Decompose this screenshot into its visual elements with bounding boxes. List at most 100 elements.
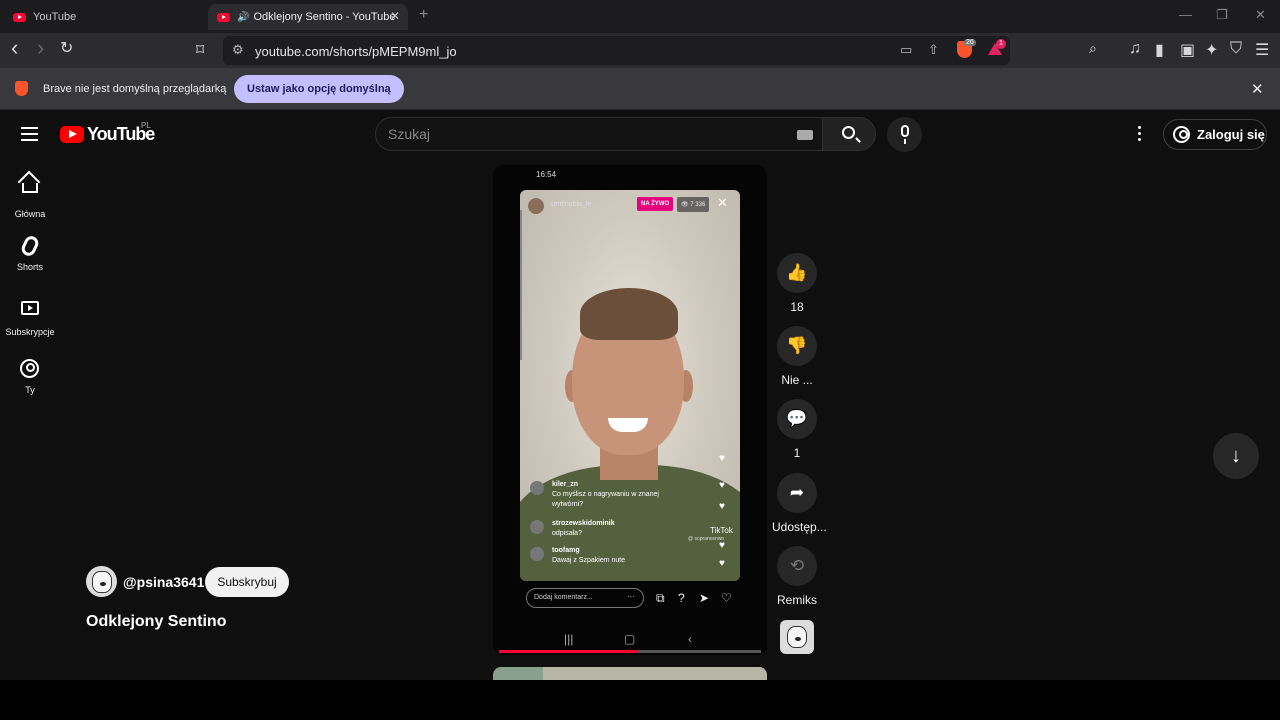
- tab-title: Odklejony Sentino - YouTube: [253, 11, 396, 23]
- live-username: sentinobla_le: [550, 201, 592, 208]
- voice-search-button[interactable]: [887, 117, 922, 152]
- video-call-icon: ⧉: [656, 591, 665, 605]
- you-icon: [20, 359, 39, 378]
- minimize-button[interactable]: —: [1179, 7, 1192, 22]
- heart-icon: ♥: [719, 501, 725, 512]
- like-icon[interactable]: 👍: [777, 253, 817, 293]
- sound-thumbnail[interactable]: [780, 620, 814, 654]
- default-browser-infobar: Brave nie jest domyślną przeglądarką Ust…: [0, 68, 1280, 110]
- site-info-icon[interactable]: ⚙: [232, 42, 244, 58]
- shields-count-badge: 26: [964, 39, 976, 46]
- tiktok-watermark-handle: @ sopranosnwn: [688, 536, 725, 542]
- sign-in-button[interactable]: Zaloguj się: [1163, 119, 1267, 150]
- youtube-favicon-icon: [217, 12, 230, 22]
- dog-avatar-icon: [92, 571, 112, 593]
- bookmark-icon[interactable]: ⌑: [196, 40, 204, 60]
- like-action: 👍 18: [772, 253, 822, 314]
- subscriptions-icon: [21, 301, 39, 315]
- share-action: ➦ Udostęp...: [772, 473, 827, 534]
- comments-icon[interactable]: 💬: [777, 399, 817, 439]
- address-bar[interactable]: ⚙ youtube.com/shorts/pMEPM9ml_jo ▭ ⇧ 26 …: [223, 36, 1010, 65]
- microphone-icon: [901, 125, 909, 144]
- subscribe-button[interactable]: Subskrybuj: [205, 567, 289, 597]
- youtube-logo-icon[interactable]: [60, 126, 84, 143]
- new-tab-button[interactable]: +: [419, 6, 428, 24]
- remix-action: ⟲ Remiks: [772, 546, 822, 607]
- maximize-button[interactable]: ❐: [1216, 7, 1228, 23]
- tiktok-watermark: TikTok: [710, 526, 733, 535]
- leo-ai-icon[interactable]: ✦: [1205, 40, 1218, 60]
- sidebar-item-shorts[interactable]: Shorts: [0, 233, 60, 272]
- share-icon[interactable]: ⇧: [928, 42, 939, 58]
- add-comment-field: Dodaj komentarz... ···: [526, 588, 644, 608]
- remix-label: Remiks: [776, 593, 817, 607]
- reload-button[interactable]: ↻: [60, 38, 73, 58]
- heart-icon: ♥: [719, 480, 725, 491]
- guide-menu-icon[interactable]: [21, 127, 38, 141]
- video-title[interactable]: Odklejony Sentino: [86, 613, 226, 631]
- tab-search-icon[interactable]: ⌕: [1089, 40, 1097, 57]
- page-bottom: [0, 680, 1280, 720]
- youtube-header: YouTube PL Zaloguj się: [0, 110, 1280, 160]
- tab-odklejony-sentino[interactable]: 🔊 Odklejony Sentino - YouTube ✕: [208, 4, 408, 30]
- remix-icon[interactable]: ⟲: [777, 546, 817, 586]
- help-icon: ?: [678, 591, 685, 605]
- music-icon[interactable]: ♫: [1129, 40, 1141, 58]
- commenter-avatar: [530, 547, 544, 561]
- sidebar-item-subscriptions[interactable]: Subskrypcje: [0, 296, 60, 337]
- dislike-action: 👎 Nie ...: [772, 326, 822, 387]
- share-label: Udostęp...: [772, 520, 827, 534]
- menu-icon[interactable]: ☰: [1255, 40, 1269, 60]
- video-progress-bar[interactable]: [499, 650, 761, 653]
- commenter-avatar: [530, 520, 544, 534]
- sidebar-item-home[interactable]: Główna: [0, 174, 60, 219]
- forward-button[interactable]: ›: [37, 35, 44, 61]
- phone-status-time: 16:54: [536, 170, 557, 179]
- tab-close-icon[interactable]: ✕: [390, 9, 400, 23]
- tab-title: YouTube: [33, 11, 77, 23]
- share-icon[interactable]: ➦: [777, 473, 817, 513]
- vpn-icon[interactable]: ⛉: [1230, 40, 1242, 58]
- speaker-icon[interactable]: 🔊: [237, 12, 249, 23]
- sidebar-item-label: Subskrypcje: [5, 327, 55, 337]
- url-text[interactable]: youtube.com/shorts/pMEPM9ml_jo: [255, 44, 457, 59]
- sidebar-item-label: Główna: [14, 209, 46, 219]
- shorts-video-player[interactable]: 16:54 sentinobla_le NA ŻYWO 👁 7 336 ✕ ki…: [493, 165, 767, 655]
- sidebar-item-label: Shorts: [16, 262, 43, 272]
- android-home-icon: ▢: [624, 632, 636, 646]
- infobar-close-icon[interactable]: ✕: [1251, 80, 1264, 98]
- video-progress-fill: [499, 650, 638, 653]
- dislike-icon[interactable]: 👎: [777, 326, 817, 366]
- heart-icon: ♡: [721, 591, 732, 605]
- keyboard-icon[interactable]: [797, 130, 813, 140]
- like-count: 18: [790, 300, 804, 314]
- search-input[interactable]: [388, 118, 788, 150]
- live-comment: kiler_zn Co myślisz o nagrywaniu w znane…: [530, 480, 677, 510]
- dog-avatar-icon: [787, 626, 807, 648]
- next-video-button[interactable]: ↓: [1213, 433, 1259, 479]
- browser-tab-strip: YouTube 🔊 Odklejony Sentino - YouTube ✕ …: [0, 0, 1280, 33]
- browser-toolbar: ‹ › ↻ ⌑ ⚙ youtube.com/shorts/pMEPM9ml_jo…: [0, 33, 1280, 68]
- viewer-count: 👁 7 336: [677, 197, 710, 212]
- wallet-icon[interactable]: ▣: [1180, 40, 1195, 60]
- send-icon: ➤: [699, 591, 710, 605]
- sidebar-icon[interactable]: ▮: [1155, 40, 1164, 60]
- brave-logo-icon: [15, 81, 28, 96]
- comments-action: 💬 1: [772, 399, 822, 460]
- search-button[interactable]: [822, 117, 876, 151]
- channel-avatar[interactable]: [86, 566, 117, 597]
- home-icon: [22, 183, 38, 193]
- tab-youtube[interactable]: YouTube: [6, 4, 202, 30]
- heart-icon: ♥: [719, 453, 725, 464]
- close-window-button[interactable]: ✕: [1255, 7, 1266, 23]
- set-default-button[interactable]: Ustaw jako opcję domyślną: [234, 75, 404, 103]
- infobar-message: Brave nie jest domyślną przeglądarką: [43, 83, 227, 95]
- sidebar-item-you[interactable]: Ty: [0, 359, 60, 395]
- channel-handle[interactable]: @psina3641: [123, 574, 204, 590]
- live-close-icon: ✕: [717, 195, 728, 210]
- back-button[interactable]: ‹: [11, 35, 18, 61]
- next-short-preview[interactable]: [493, 667, 767, 680]
- settings-more-icon[interactable]: [1138, 126, 1142, 144]
- live-comment: strozewskidominik odpisała?: [530, 519, 615, 539]
- cast-icon[interactable]: ▭: [900, 42, 912, 58]
